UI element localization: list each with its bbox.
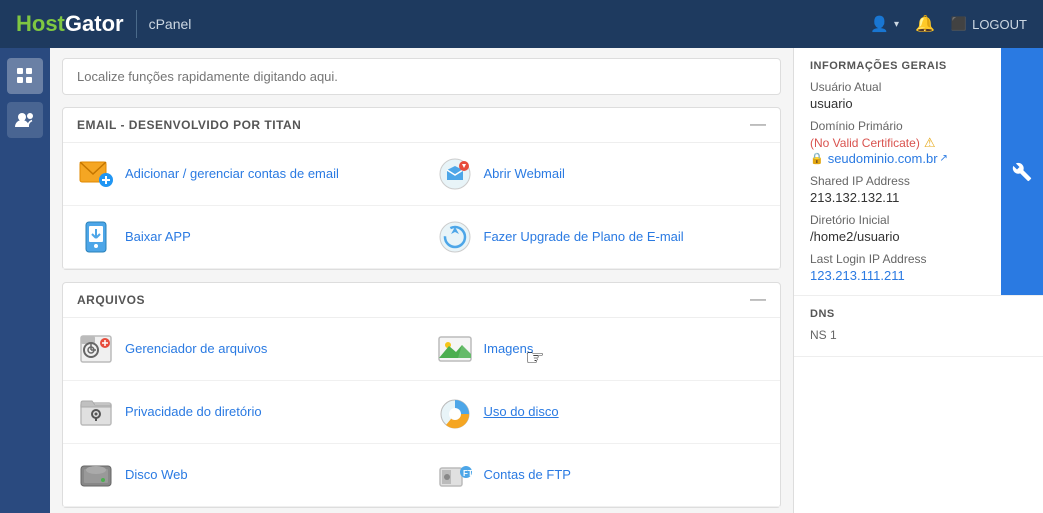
ftp-label: Contas de FTP bbox=[484, 467, 571, 484]
files-section-items: Gerenciador de arquivos Imagens bbox=[63, 318, 780, 507]
images-label: Imagens bbox=[484, 341, 534, 358]
svg-text:FTP: FTP bbox=[463, 469, 474, 478]
sidebar-grid-icon[interactable] bbox=[7, 58, 43, 94]
email-add-label: Adicionar / gerenciar contas de email bbox=[125, 166, 339, 183]
email-section-title: EMAIL - DESENVOLVIDO POR TITAN bbox=[77, 118, 301, 132]
external-link-icon: ↗ bbox=[940, 153, 948, 164]
files-section-title: ARQUIVOS bbox=[77, 293, 145, 307]
upgrade-email-label: Fazer Upgrade de Plano de E-mail bbox=[484, 229, 684, 246]
download-app-label: Baixar APP bbox=[125, 229, 191, 246]
webmail-label: Abrir Webmail bbox=[484, 166, 565, 183]
email-section: EMAIL - DESENVOLVIDO POR TITAN — bbox=[62, 107, 781, 270]
primary-domain-link[interactable]: seudominio.com.br ↗ bbox=[828, 151, 948, 166]
images-icon bbox=[436, 330, 474, 368]
dir-privacy-icon bbox=[77, 393, 115, 431]
email-section-header: EMAIL - DESENVOLVIDO POR TITAN — bbox=[63, 108, 780, 143]
search-input[interactable] bbox=[62, 58, 781, 95]
files-section-header: ARQUIVOS — bbox=[63, 283, 780, 318]
header-right: 👤 ▾ 🔔 ⬛ LOGOUT bbox=[870, 14, 1027, 34]
sidebar-users-icon[interactable] bbox=[7, 102, 43, 138]
ftp-item[interactable]: FTP Contas de FTP bbox=[422, 444, 781, 507]
files-section-toggle[interactable]: — bbox=[750, 291, 766, 309]
user-menu[interactable]: 👤 ▾ bbox=[870, 15, 899, 33]
home-dir-value: /home2/usuario bbox=[810, 229, 985, 244]
email-section-items: Adicionar / gerenciar contas de email A bbox=[63, 143, 780, 269]
file-manager-icon bbox=[77, 330, 115, 368]
shared-ip-label: Shared IP Address bbox=[810, 174, 985, 188]
main-content: EMAIL - DESENVOLVIDO POR TITAN — bbox=[50, 48, 793, 513]
dir-privacy-item[interactable]: Privacidade do diretório bbox=[63, 381, 422, 444]
user-icon: 👤 bbox=[870, 15, 889, 33]
header-divider bbox=[136, 10, 137, 38]
right-panel-top: INFORMAÇÕES GERAIS Usuário Atual usuario… bbox=[794, 48, 1043, 296]
home-dir-label: Diretório Inicial bbox=[810, 213, 985, 227]
last-login-label: Last Login IP Address bbox=[810, 252, 985, 266]
last-login-value: 123.213.111.211 bbox=[810, 268, 985, 283]
domain-link-row: 🔒 seudominio.com.br ↗ bbox=[810, 151, 985, 166]
shared-ip-value: 213.132.132.11 bbox=[810, 190, 985, 205]
dir-privacy-label: Privacidade do diretório bbox=[125, 404, 262, 421]
logout-icon: ⬛ bbox=[951, 16, 967, 32]
header: HostGator cPanel 👤 ▾ 🔔 ⬛ LOGOUT bbox=[0, 0, 1043, 48]
primary-domain-row: (No Valid Certificate) ⚠ bbox=[810, 135, 985, 151]
ns1-label: NS 1 bbox=[810, 328, 1027, 342]
email-add-item[interactable]: Adicionar / gerenciar contas de email bbox=[63, 143, 422, 206]
right-panel: INFORMAÇÕES GERAIS Usuário Atual usuario… bbox=[793, 48, 1043, 513]
web-disk-icon bbox=[77, 456, 115, 494]
email-add-icon bbox=[77, 155, 115, 193]
logout-button[interactable]: ⬛ LOGOUT bbox=[951, 16, 1027, 32]
file-manager-item[interactable]: Gerenciador de arquivos bbox=[63, 318, 422, 381]
upgrade-email-icon bbox=[436, 218, 474, 256]
ftp-icon: FTP bbox=[436, 456, 474, 494]
web-disk-label: Disco Web bbox=[125, 467, 188, 484]
disk-usage-item[interactable]: Uso do disco bbox=[422, 381, 781, 444]
web-disk-item[interactable]: Disco Web bbox=[63, 444, 422, 507]
file-manager-label: Gerenciador de arquivos bbox=[125, 341, 267, 358]
sidebar-icons bbox=[0, 48, 50, 513]
general-info: INFORMAÇÕES GERAIS Usuário Atual usuario… bbox=[794, 48, 1001, 295]
webmail-item[interactable]: Abrir Webmail bbox=[422, 143, 781, 206]
wrench-button[interactable] bbox=[1001, 48, 1043, 295]
bell-icon[interactable]: 🔔 bbox=[915, 14, 935, 34]
upgrade-email-item[interactable]: Fazer Upgrade de Plano de E-mail bbox=[422, 206, 781, 269]
images-item[interactable]: Imagens bbox=[422, 318, 781, 381]
dns-title: DNS bbox=[810, 308, 1027, 320]
domain-warning-text: (No Valid Certificate) bbox=[810, 136, 920, 150]
main-layout: EMAIL - DESENVOLVIDO POR TITAN — bbox=[0, 48, 1043, 513]
disk-usage-label: Uso do disco bbox=[484, 404, 559, 421]
user-dropdown-icon: ▾ bbox=[894, 19, 899, 30]
primary-domain-label: Domínio Primário bbox=[810, 119, 985, 133]
disk-usage-icon bbox=[436, 393, 474, 431]
general-info-title: INFORMAÇÕES GERAIS bbox=[810, 60, 985, 72]
logo: HostGator bbox=[16, 11, 124, 37]
current-user-value: usuario bbox=[810, 96, 985, 111]
webmail-icon bbox=[436, 155, 474, 193]
header-left: HostGator cPanel bbox=[16, 10, 191, 38]
current-user-label: Usuário Atual bbox=[810, 80, 985, 94]
dns-section: DNS NS 1 bbox=[794, 296, 1043, 357]
files-section: ARQUIVOS — bbox=[62, 282, 781, 508]
download-app-icon bbox=[77, 218, 115, 256]
lock-icon: 🔒 bbox=[810, 152, 824, 165]
download-app-item[interactable]: Baixar APP bbox=[63, 206, 422, 269]
app-name: cPanel bbox=[149, 16, 192, 32]
email-section-toggle[interactable]: — bbox=[750, 116, 766, 134]
warning-icon: ⚠ bbox=[924, 135, 936, 151]
